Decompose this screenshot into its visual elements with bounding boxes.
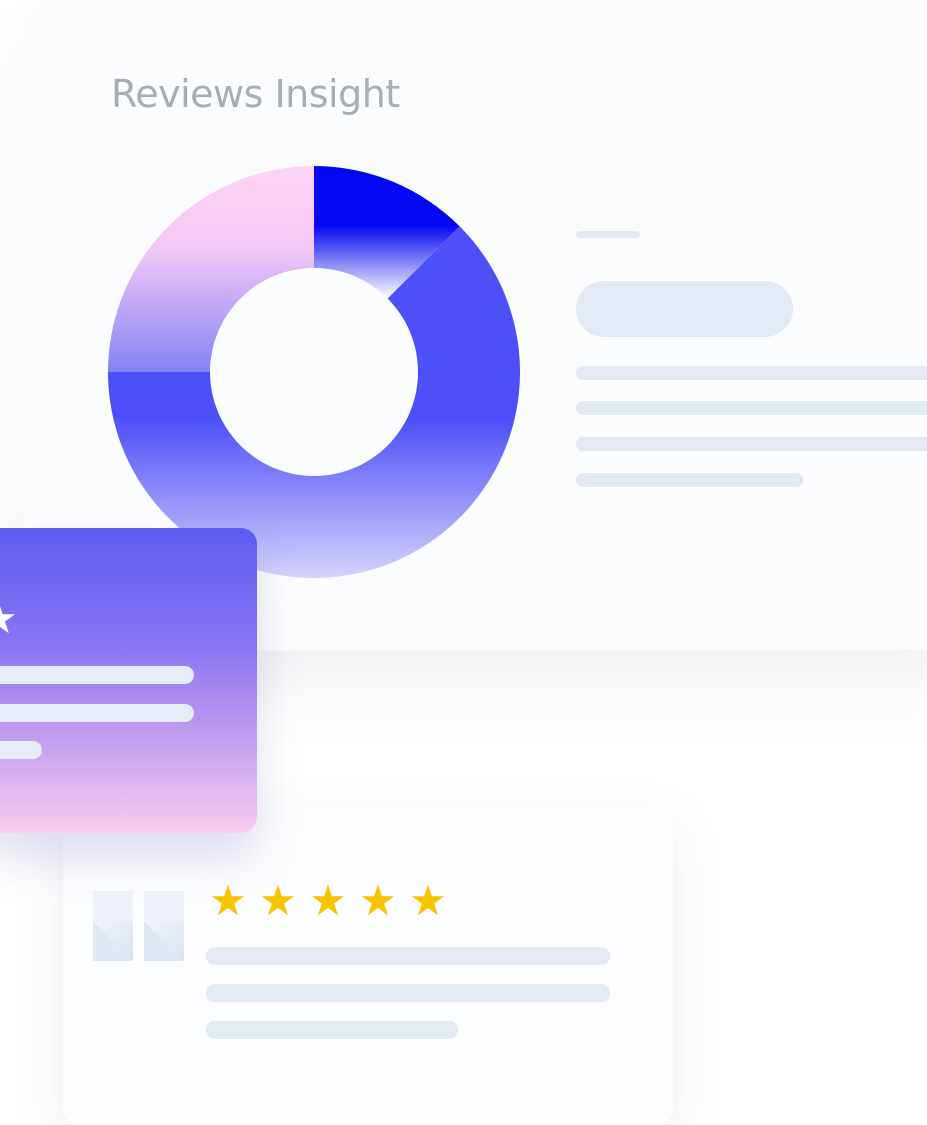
highlight-line (0, 666, 194, 684)
placeholder-line (576, 401, 927, 415)
placeholder-heading (576, 281, 793, 337)
review-line (206, 1021, 458, 1039)
star-icon: ★ (309, 876, 347, 925)
placeholder-line (576, 366, 927, 380)
donut-chart (108, 166, 520, 578)
review-line (206, 984, 610, 1002)
star-icon: ★ (359, 876, 397, 925)
review-card (63, 805, 673, 1125)
panel-title: Reviews Insight (111, 72, 400, 116)
star-icon: ★ (409, 876, 447, 925)
highlight-line (0, 741, 42, 759)
highlight-review-card (0, 528, 257, 833)
highlight-line (0, 704, 194, 722)
placeholder-line (576, 437, 927, 451)
placeholder-label (576, 231, 640, 238)
quote-icon (93, 891, 184, 961)
review-line (206, 947, 610, 965)
placeholder-line (576, 473, 803, 487)
star-icon: ★ (259, 876, 297, 925)
star-rating: ★ ★ ★ ★ ★ (206, 877, 450, 925)
star-icon: ★ (209, 876, 247, 925)
star-icon: ★ (0, 594, 30, 644)
donut-segment-lavender (108, 166, 314, 372)
